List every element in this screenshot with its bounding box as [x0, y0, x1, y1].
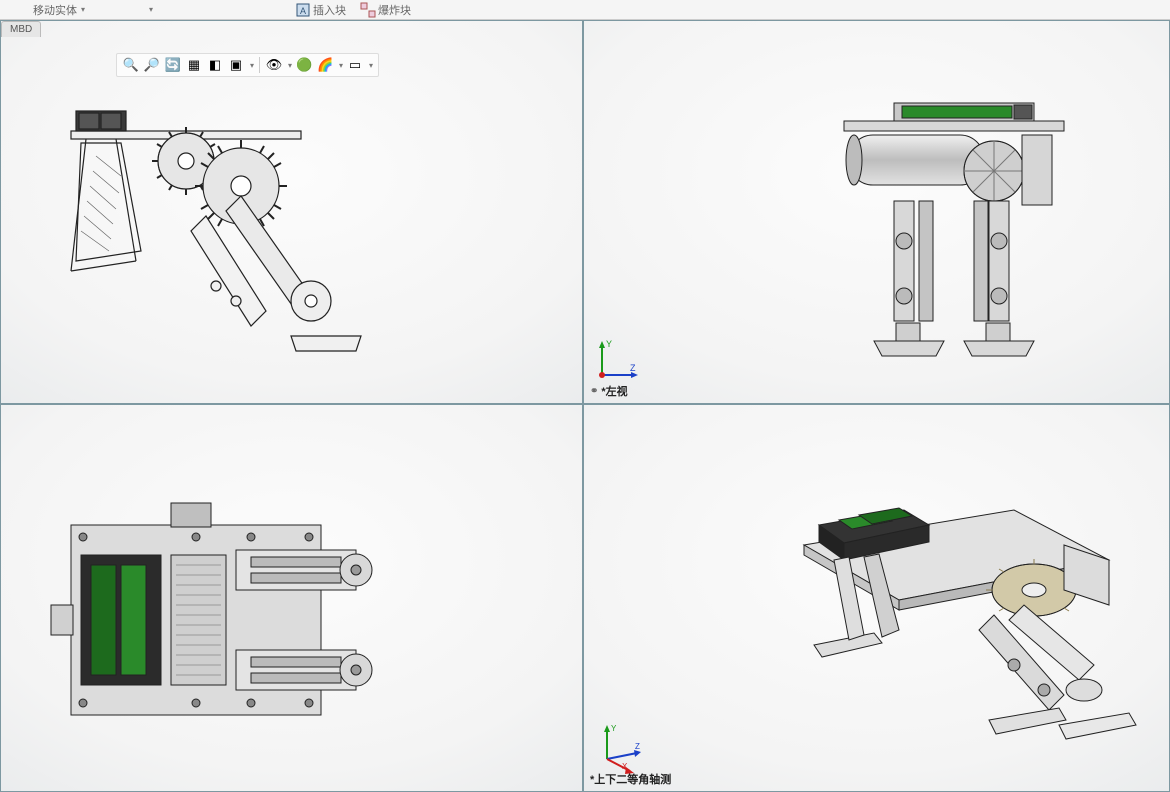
explode-block-button[interactable]: 爆炸块	[357, 1, 414, 19]
viewport-top-left[interactable]: MBD 🔍 🔎 🔄 ▦ ◧ ▣ ▾ 👁 ▾ 🟢 🌈 ▾ ▭ ▾	[0, 20, 583, 404]
viewport-grid: MBD 🔍 🔎 🔄 ▦ ◧ ▣ ▾ 👁 ▾ 🟢 🌈 ▾ ▭ ▾	[0, 20, 1170, 792]
viewport-bottom-right[interactable]: Y Z X *上下二等角轴测	[583, 404, 1170, 792]
insert-block-button[interactable]: A 插入块	[292, 1, 349, 19]
chevron-down-icon[interactable]: ▾	[288, 61, 292, 70]
model-top-view	[51, 495, 391, 745]
zoom-area-icon[interactable]: 🔎	[143, 56, 161, 74]
hide-show-icon[interactable]: 👁	[265, 56, 283, 74]
insert-block-label: 插入块	[313, 2, 346, 18]
viewport-bottom-left[interactable]	[0, 404, 583, 792]
svg-text:Y: Y	[606, 339, 612, 349]
model-isometric-view	[764, 465, 1144, 765]
chevron-down-icon[interactable]: ▾	[339, 61, 343, 70]
viewport-top-right[interactable]: Y Z ⚭ *左视	[583, 20, 1170, 404]
svg-text:X: X	[622, 762, 628, 771]
explode-block-label: 爆炸块	[378, 2, 411, 18]
chevron-down-icon: ▾	[81, 5, 85, 14]
edit-appearance-icon[interactable]: 🟢	[295, 56, 313, 74]
top-toolbar: 移动实体 ▾ ▾ A 插入块 爆炸块	[0, 0, 1170, 20]
cube-view-icon[interactable]: ▣	[227, 56, 245, 74]
axis-triad-3d: Y Z X	[592, 719, 642, 769]
move-body-label: 移动实体	[33, 2, 77, 18]
view-settings-icon[interactable]: ▭	[346, 56, 364, 74]
axis-triad: Y Z	[592, 335, 642, 385]
viewport-label: ⚭ *左视	[590, 383, 628, 399]
svg-text:A: A	[300, 6, 306, 16]
insert-block-icon: A	[295, 2, 311, 18]
chevron-down-icon[interactable]: ▾	[250, 61, 254, 70]
mbd-tab[interactable]: MBD	[1, 21, 41, 37]
chevron-down-icon: ▾	[149, 5, 153, 14]
apply-scene-icon[interactable]: 🌈	[316, 56, 334, 74]
toolbar-placeholder-1[interactable]: ▾	[144, 1, 156, 19]
viewport-label: *上下二等角轴测	[590, 771, 671, 787]
move-body-button[interactable]: 移动实体 ▾	[30, 1, 88, 19]
chevron-down-icon[interactable]: ▾	[369, 61, 373, 70]
svg-text:Z: Z	[630, 363, 636, 373]
mbd-tab-label: MBD	[10, 24, 32, 35]
prev-view-icon[interactable]: 🔄	[164, 56, 182, 74]
link-icon: ⚭	[590, 386, 598, 397]
svg-text:Y: Y	[611, 724, 617, 733]
model-side-view	[61, 101, 391, 371]
model-left-view	[824, 91, 1084, 371]
section-view-icon[interactable]: ▦	[185, 56, 203, 74]
viewport-label-text: *上下二等角轴测	[590, 771, 671, 787]
explode-block-icon	[360, 2, 376, 18]
zoom-fit-icon[interactable]: 🔍	[122, 56, 140, 74]
display-style-icon[interactable]: ◧	[206, 56, 224, 74]
svg-text:Z: Z	[635, 742, 640, 751]
viewport-label-text: *左视	[601, 383, 627, 399]
